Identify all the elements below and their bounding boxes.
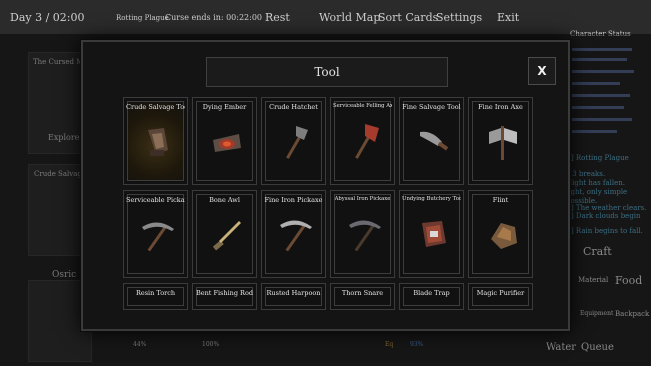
tool-card[interactable]: Fine Iron Pickaxe [261, 190, 326, 278]
tool-card[interactable]: Dying Ember [192, 97, 257, 185]
day-time: Day 3 / 02:00 [10, 11, 85, 24]
settings-button[interactable]: Settings [436, 11, 482, 24]
curse-timer: Curse ends in: 00:22:00 [165, 13, 263, 22]
tool-card-name: Bone Awl [209, 196, 240, 204]
tool-card[interactable]: Bent Fishing Rod [192, 283, 257, 310]
tool-card[interactable]: Crude Salvage Tool [123, 97, 188, 185]
modal-title: Tool [206, 57, 448, 87]
tool-card[interactable]: Serviceable Felling Axe [330, 97, 395, 185]
salvage-tool-icon [148, 128, 168, 156]
felling-axe-icon [355, 124, 379, 159]
tool-card-name: Fine Iron Axe [478, 103, 523, 111]
flint-icon [491, 223, 517, 249]
tool-card-name: Fine Salvage Tool [402, 103, 461, 111]
tool-card[interactable]: Fine Salvage Tool [399, 97, 464, 185]
world-map-button[interactable]: World Map [319, 11, 380, 24]
tool-card-name: Crude Salvage Tool [126, 103, 185, 111]
rest-button[interactable]: Rest [265, 11, 290, 24]
tool-card[interactable]: Rusted Harpoon [261, 283, 326, 310]
iron-pickaxe-icon [280, 220, 312, 252]
plague-status: Rotting Plague [116, 14, 169, 22]
tool-card-name: Crude Hatchet [269, 103, 318, 111]
top-bar: Day 3 / 02:00 Rotting Plague Curse ends … [0, 0, 651, 34]
tool-card-name: Resin Torch [135, 289, 176, 297]
hatchet-icon [286, 126, 308, 159]
tool-card[interactable]: Crude Hatchet [261, 97, 326, 185]
tool-card-name: Serviceable Pickaxe [126, 196, 185, 204]
tool-card-name: Thorn Snare [341, 289, 384, 297]
tool-card[interactable]: Fine Iron Axe [468, 97, 533, 185]
exit-button[interactable]: Exit [497, 11, 519, 24]
tool-card[interactable]: Blade Trap [399, 283, 464, 310]
ember-icon [213, 134, 241, 152]
tool-card-name: Fine Iron Pickaxe [264, 196, 323, 204]
butchery-tools-icon [422, 221, 446, 247]
tool-card[interactable]: Flint [468, 190, 533, 278]
tool-card[interactable]: Bone Awl [192, 190, 257, 278]
tool-card-name: Dying Ember [202, 103, 247, 111]
tool-card-name: Bent Fishing Rod [195, 289, 254, 297]
close-button[interactable]: X [528, 57, 556, 85]
tool-card-name: Serviceable Felling Axe [333, 103, 392, 109]
tool-card-name: Flint [492, 196, 509, 204]
tool-card-name: Undying Butchery Tools [402, 196, 461, 202]
tool-selection-modal: Tool X Crude Salvage Tool Dying Ember Crud… [81, 40, 570, 331]
abyssal-pickaxe-icon [349, 220, 381, 252]
tool-card[interactable]: Serviceable Pickaxe [123, 190, 188, 278]
awl-icon [212, 221, 241, 251]
pickaxe-icon [142, 222, 174, 252]
tool-card[interactable]: Abyssal Iron Pickaxe [330, 190, 395, 278]
tool-card[interactable]: Resin Torch [123, 283, 188, 310]
sort-cards-button[interactable]: Sort Cards [378, 11, 438, 24]
tool-card-name: Rusted Harpoon [266, 289, 321, 297]
tool-card-name: Magic Purifier [476, 289, 525, 297]
iron-axe-icon [489, 126, 517, 160]
tool-card[interactable]: Magic Purifier [468, 283, 533, 310]
tool-card[interactable]: Undying Butchery Tools [399, 190, 464, 278]
tool-card[interactable]: Thorn Snare [330, 283, 395, 310]
salvage-blade-icon [420, 131, 449, 151]
tool-card-name: Abyssal Iron Pickaxe [334, 196, 391, 202]
tool-card-name: Blade Trap [413, 289, 450, 297]
